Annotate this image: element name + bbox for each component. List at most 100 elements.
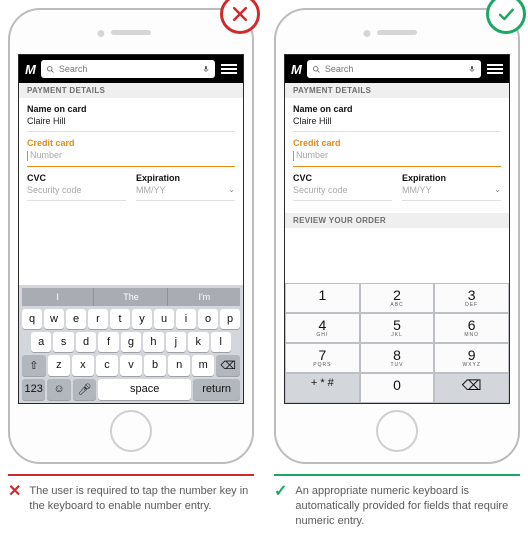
key-k[interactable]: k [188,332,208,352]
section-heading: PAYMENT DETAILS [285,83,509,98]
key-h[interactable]: h [143,332,163,352]
key-f[interactable]: f [98,332,118,352]
label-cvc: CVC [293,173,392,183]
key-s[interactable]: s [53,332,73,352]
key-row: 123 ☺ 🎤︎ space return [22,379,240,400]
field-exp[interactable]: Expiration MM/YY⌄ [136,173,235,201]
space-key[interactable]: space [98,379,191,400]
label-name: Name on card [293,104,501,114]
key-t[interactable]: t [110,309,130,329]
check-icon [496,4,516,24]
caption-good: ✓ An appropriate numeric keyboard is aut… [274,474,520,529]
mic-icon[interactable] [202,64,210,74]
key-i[interactable]: i [176,309,196,329]
suggestion[interactable]: I [22,288,94,306]
suggestion-bar: I The I'm [22,288,240,306]
text-cursor [27,151,28,161]
key-u[interactable]: u [154,309,174,329]
backspace-key[interactable]: ⌫ [216,355,240,376]
key-d[interactable]: d [76,332,96,352]
num-key-0[interactable]: 0. [360,373,435,403]
num-key-9[interactable]: 9WXYZ [434,343,509,373]
field-credit[interactable]: Credit card Number [27,138,235,167]
key-w[interactable]: w [44,309,64,329]
key-n[interactable]: n [168,355,190,376]
field-cvc[interactable]: CVC Security code [293,173,392,201]
search-input[interactable] [325,64,464,74]
numpad-row: 4GHI5JKL6MNO [285,313,509,343]
key-v[interactable]: v [120,355,142,376]
shift-key[interactable]: ⇧ [22,355,46,376]
label-cvc: CVC [27,173,126,183]
num-key-7[interactable]: 7PQRS [285,343,360,373]
field-exp[interactable]: Expiration MM/YY⌄ [402,173,501,201]
value-name[interactable]: Claire Hill [293,114,501,128]
speaker [111,30,151,35]
key-m[interactable]: m [192,355,214,376]
num-key-4[interactable]: 4GHI [285,313,360,343]
text-cursor [293,151,294,161]
caption-text: An appropriate numeric keyboard is autom… [295,484,520,529]
chevron-down-icon[interactable]: ⌄ [494,185,501,194]
label-name: Name on card [27,104,235,114]
key-o[interactable]: o [198,309,218,329]
field-name: Name on card Claire Hill [27,104,235,132]
key-p[interactable]: p [220,309,240,329]
key-e[interactable]: e [66,309,86,329]
return-key[interactable]: return [193,379,240,400]
search-field[interactable] [307,60,481,78]
numbers-key[interactable]: 123 [22,379,45,400]
label-credit: Credit card [27,138,235,148]
key-z[interactable]: z [48,355,70,376]
num-key-6[interactable]: 6MNO [434,313,509,343]
key-r[interactable]: r [88,309,108,329]
menu-icon[interactable] [221,64,237,74]
field-cvc[interactable]: CVC Security code [27,173,126,201]
check-icon: ✓ [274,484,287,529]
label-credit: Credit card [293,138,501,148]
chevron-down-icon[interactable]: ⌄ [228,185,235,194]
num-key-1[interactable]: 1. [285,283,360,313]
key-j[interactable]: j [166,332,186,352]
mic-icon[interactable] [468,64,476,74]
badge-good [486,0,526,34]
symbols-key[interactable]: + * #. [285,373,360,403]
numpad-row: + * #. 0. ⌫. [285,373,509,403]
suggestion[interactable]: The [95,288,167,306]
search-field[interactable] [41,60,215,78]
label-exp: Expiration [402,173,501,183]
field-credit[interactable]: Credit card Number [293,138,501,167]
placeholder-number: Number [30,150,62,160]
key-x[interactable]: x [72,355,94,376]
menu-icon[interactable] [487,64,503,74]
key-y[interactable]: y [132,309,152,329]
num-key-3[interactable]: 3DEF [434,283,509,313]
key-g[interactable]: g [121,332,141,352]
key-row: qwertyuiop [22,309,240,329]
badge-bad [220,0,260,34]
num-key-2[interactable]: 2ABC [360,283,435,313]
key-c[interactable]: c [96,355,118,376]
home-button[interactable] [110,410,152,452]
app-logo: M [291,62,301,77]
key-q[interactable]: q [22,309,42,329]
phone-frame: M PAYMENT DETAILS Name on card Claire Hi… [8,8,254,464]
key-row: ⇧ zxcvbnm ⌫ [22,355,240,376]
value-name[interactable]: Claire Hill [27,114,235,128]
front-camera [97,30,104,37]
app-header: M [285,55,509,83]
home-button[interactable] [376,410,418,452]
payment-form: Name on card Claire Hill Credit card Num… [285,98,509,209]
emoji-key[interactable]: ☺ [47,379,70,400]
key-l[interactable]: l [211,332,231,352]
num-key-8[interactable]: 8TUV [360,343,435,373]
dictate-key[interactable]: 🎤︎ [73,379,96,400]
search-input[interactable] [59,64,198,74]
num-key-5[interactable]: 5JKL [360,313,435,343]
key-a[interactable]: a [31,332,51,352]
backspace-key[interactable]: ⌫. [434,373,509,403]
key-b[interactable]: b [144,355,166,376]
close-icon [230,4,250,24]
suggestion[interactable]: I'm [169,288,240,306]
phone-good: M PAYMENT DETAILS Name on card Claire Hi… [274,8,520,464]
